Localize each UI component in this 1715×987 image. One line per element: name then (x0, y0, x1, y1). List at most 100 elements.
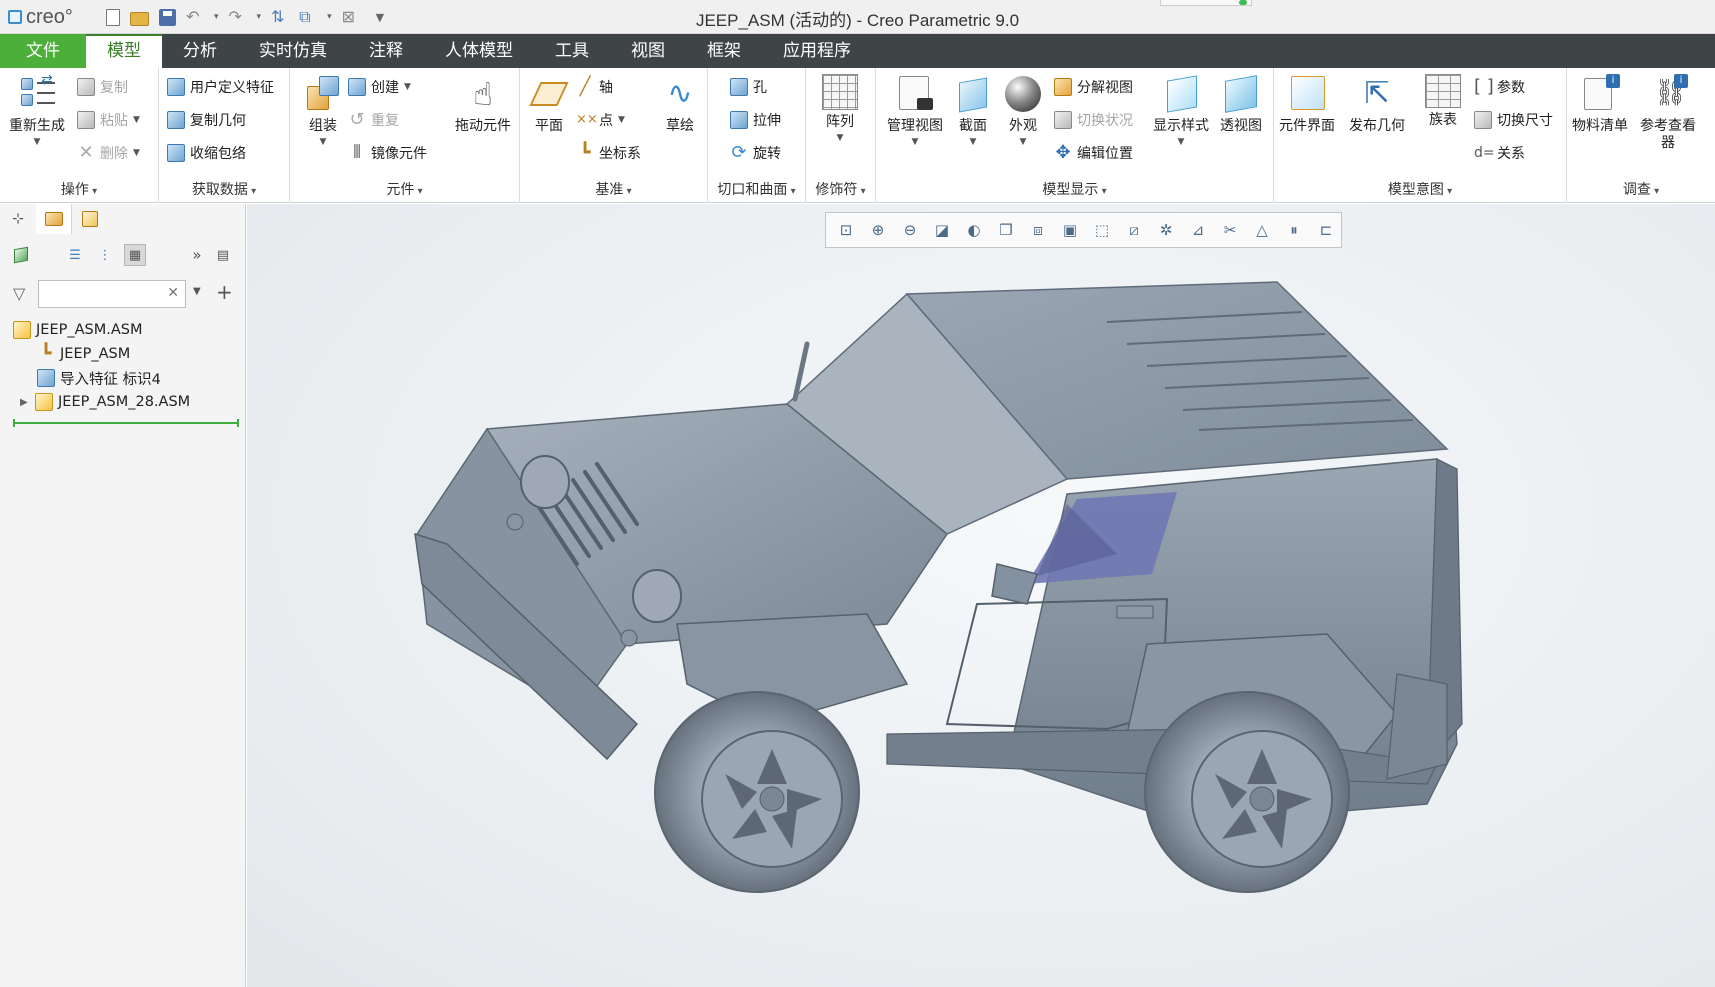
pattern-button[interactable]: 阵列 ▼ (807, 74, 873, 143)
delete-button[interactable]: ✕ 删除 ▼ (77, 142, 139, 164)
group-get-data-label[interactable]: 获取数据 (159, 179, 289, 199)
section-icon[interactable]: ⊿ (1186, 218, 1210, 242)
favorites-tab[interactable] (72, 204, 108, 234)
folder-browser-tab[interactable] (36, 204, 72, 234)
tab-file[interactable]: 文件 (0, 34, 86, 68)
display-style-button[interactable]: 显示样式 ▼ (1148, 74, 1214, 147)
repaint-icon[interactable]: ◪ (930, 218, 954, 242)
tab-model[interactable]: 模型 (86, 34, 162, 68)
tab-view[interactable]: 视图 (610, 34, 686, 68)
tree-columns-icon[interactable]: ▦ (124, 244, 146, 266)
copy-geometry-button[interactable]: 复制几何 (167, 109, 246, 131)
tab-analysis[interactable]: 分析 (162, 34, 238, 68)
tree-list-icon[interactable]: ☰ (64, 244, 86, 266)
search-dropdown-icon[interactable]: ▼ (193, 286, 201, 297)
graphics-window[interactable]: ⊡ ⊕ ⊖ ◪ ◐ ❒ ⧈ ▣ ⬚ ⧄ ✲ ⊿ ✂ △ ⏸ ⊏ (247, 204, 1715, 987)
clear-search-icon[interactable]: ✕ (167, 285, 179, 301)
csys-button[interactable]: ┗ 坐标系 (576, 142, 641, 164)
model-tree-search-input[interactable] (39, 281, 159, 307)
spin-center-icon[interactable]: ▣ (1058, 218, 1082, 242)
switch-dimensions-button[interactable]: 切换尺寸 (1474, 109, 1553, 131)
point-button[interactable]: ×× 点 ▼ (576, 109, 625, 131)
assemble-button[interactable]: 组装 ▼ (290, 74, 356, 147)
zoom-in-icon[interactable]: ⊕ (866, 218, 890, 242)
reference-viewer-button[interactable]: ⛓ i 参考查看器 (1635, 74, 1701, 152)
publish-geometry-button[interactable]: ⇱ 发布几何 (1344, 74, 1410, 135)
family-table-button[interactable]: 族表 (1410, 74, 1476, 129)
component-interface-button[interactable]: 元件界面 (1274, 74, 1340, 135)
regenerate-button[interactable]: ⇄ 重新生成 ▼ (4, 72, 70, 147)
edit-position-button[interactable]: ✥ 编辑位置 (1054, 142, 1133, 164)
copy-button[interactable]: 复制 (77, 76, 128, 98)
group-model-intent-label[interactable]: 模型意图 (1274, 179, 1566, 199)
group-datum-label[interactable]: 基准 (520, 179, 707, 199)
revolve-button[interactable]: ⟳ 旋转 (730, 142, 781, 164)
tab-framework[interactable]: 框架 (686, 34, 762, 68)
model-tree-tab[interactable]: ⊹ (0, 204, 36, 234)
mirror-component-button[interactable]: ⫴ 镜像元件 (348, 142, 427, 164)
repeat-button[interactable]: ↺ 重复 (348, 109, 399, 131)
pattern-icon (822, 74, 858, 110)
parameters-icon: [ ] (1474, 76, 1494, 97)
regenerate-dropdown-icon[interactable]: ▼ (4, 137, 70, 147)
show-icon[interactable] (10, 244, 32, 266)
datum-display-icon[interactable]: ⧄ (1122, 218, 1146, 242)
relations-button[interactable]: d= 关系 (1474, 142, 1525, 164)
tree-node-import-feature[interactable]: 导入特征 标识4 (0, 366, 246, 390)
saved-orientations-icon[interactable]: ❒ (994, 218, 1018, 242)
toggle-status-button[interactable]: 切换状况 (1054, 109, 1133, 131)
paste-button[interactable]: 粘贴 ▼ (77, 109, 140, 131)
create-button[interactable]: 创建 ▼ (348, 76, 411, 98)
group-cut-surface-label[interactable]: 切口和曲面 (708, 179, 805, 199)
csys-icon: ┗ (579, 142, 591, 163)
tree-levels-icon[interactable]: ⋮ (94, 244, 116, 266)
pause-icon[interactable]: ⏸ (1282, 218, 1306, 242)
perspective-button[interactable]: 透视图 (1208, 74, 1274, 135)
tree-node-subassembly[interactable]: ▶ JEEP_ASM_28.ASM (0, 390, 246, 414)
display-style-icon[interactable]: ◐ (962, 218, 986, 242)
appearance-icon[interactable]: △ (1250, 218, 1274, 242)
zoom-out-icon[interactable]: ⊖ (898, 218, 922, 242)
perspective-icon[interactable]: ⬚ (1090, 218, 1114, 242)
view-manager-icon[interactable]: ⧈ (1026, 218, 1050, 242)
family-table-icon (1425, 74, 1461, 108)
group-investigate-label[interactable]: 调查 (1567, 179, 1715, 199)
hole-button[interactable]: 孔 (730, 76, 767, 98)
drag-components-button[interactable]: ☝ 拖动元件 (450, 74, 516, 135)
group-component-label[interactable]: 元件 (290, 179, 519, 199)
explode-view-button[interactable]: 分解视图 (1054, 76, 1133, 98)
tab-annotate[interactable]: 注释 (348, 34, 424, 68)
group-model-display-label[interactable]: 模型显示 (876, 179, 1273, 199)
tab-applications[interactable]: 应用程序 (762, 34, 872, 68)
explode-icon[interactable]: ✂ (1218, 218, 1242, 242)
group-operations-label[interactable]: 操作 (0, 179, 158, 199)
tab-tools[interactable]: 工具 (534, 34, 610, 68)
tree-node-root[interactable]: JEEP_ASM.ASM (0, 318, 246, 342)
udf-button[interactable]: 用户定义特征 (167, 76, 274, 98)
manage-views-button[interactable]: 管理视图 ▼ (882, 74, 948, 147)
tab-manikin[interactable]: 人体模型 (424, 34, 534, 68)
filter-icon[interactable]: ▽ (13, 284, 31, 303)
reference-viewer-label: 参考查看器 (1640, 118, 1696, 151)
window-title: JEEP_ASM (活动的) - Creo Parametric 9.0 (695, 11, 1020, 30)
plane-button[interactable]: 平面 (516, 74, 582, 135)
bom-button[interactable]: i 物料清单 (1567, 74, 1633, 135)
shrinkwrap-button[interactable]: 收缩包络 (167, 142, 246, 164)
sketch-button[interactable]: ∿ 草绘 (647, 74, 713, 135)
appearance-button[interactable]: 外观 ▼ (990, 74, 1056, 147)
group-modifiers-label[interactable]: 修饰符 (806, 179, 875, 199)
insert-here-marker[interactable] (13, 419, 239, 427)
tree-node-csys[interactable]: ┗ JEEP_ASM (0, 342, 246, 366)
axis-button[interactable]: ╱ 轴 (576, 76, 613, 98)
refit-icon[interactable]: ⊡ (834, 218, 858, 242)
jeep-model-3d[interactable] (247, 204, 1715, 987)
expand-arrow-icon[interactable]: ▶ (20, 397, 32, 408)
expand-panel-icon[interactable]: » (186, 244, 208, 266)
tab-live-simulation[interactable]: 实时仿真 (238, 34, 348, 68)
regen-icon[interactable]: ⊏ (1314, 218, 1338, 242)
tree-settings-icon[interactable]: ▤ (212, 244, 234, 266)
parameters-button[interactable]: [ ] 参数 (1474, 76, 1525, 98)
add-filter-icon[interactable]: + (216, 280, 233, 304)
extrude-button[interactable]: 拉伸 (730, 109, 781, 131)
annotation-display-icon[interactable]: ✲ (1154, 218, 1178, 242)
